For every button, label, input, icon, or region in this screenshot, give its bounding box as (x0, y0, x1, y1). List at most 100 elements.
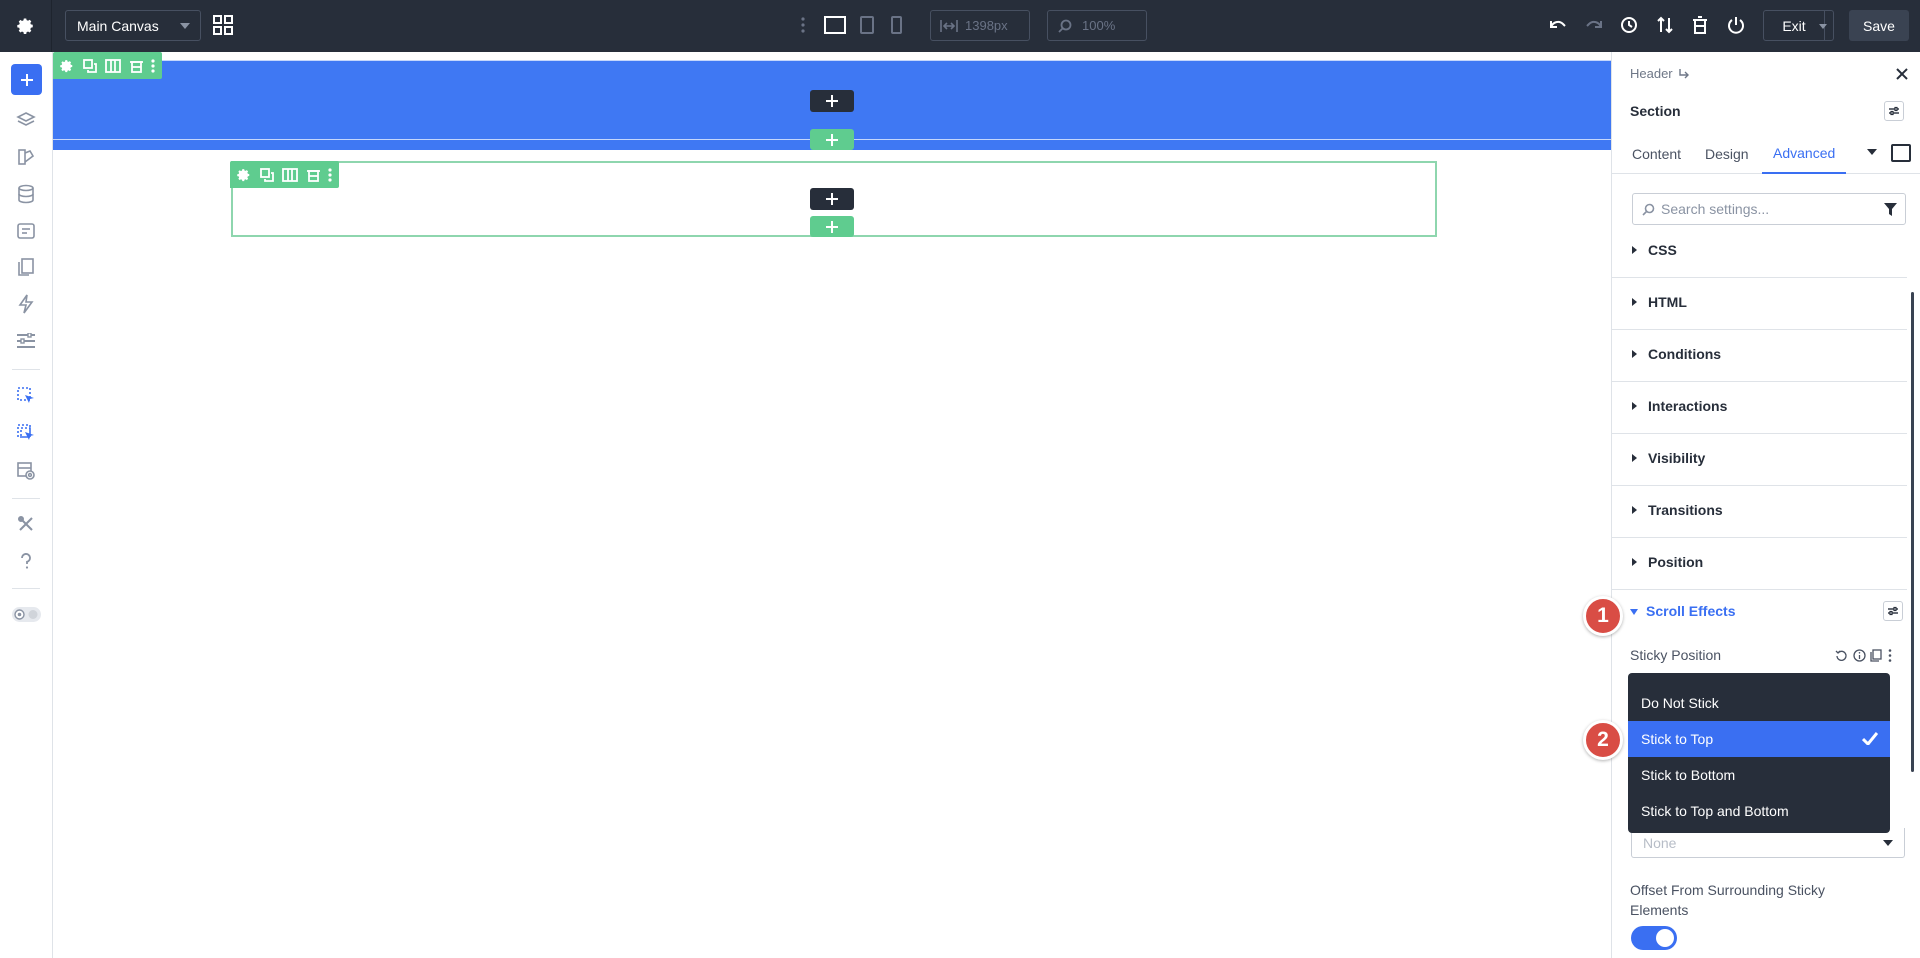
tools-button[interactable] (13, 511, 39, 537)
option-stick-to-top[interactable]: Stick to Top (1628, 721, 1890, 757)
sort-button[interactable] (1652, 12, 1678, 38)
style-manager-button[interactable] (13, 328, 39, 354)
add-element-button[interactable] (11, 64, 42, 95)
checkmark-icon (1862, 732, 1878, 745)
layouts-grid-button[interactable] (210, 12, 236, 38)
layers-button[interactable] (13, 108, 39, 134)
duplicate-icon[interactable] (257, 165, 277, 185)
clock-icon (1620, 16, 1638, 34)
panel-mode-square-icon[interactable] (1891, 144, 1911, 162)
copy-icon[interactable] (1870, 649, 1884, 663)
duplicate-icon[interactable] (80, 56, 100, 76)
group-position[interactable]: Position (1612, 538, 1907, 590)
tab-advanced[interactable]: Advanced (1762, 134, 1847, 174)
add-row-below-button[interactable] (810, 216, 854, 237)
chevron-down-icon (1883, 840, 1893, 846)
trash-icon[interactable] (126, 56, 146, 76)
theme-builder-button[interactable] (13, 144, 39, 170)
palette-icon (16, 147, 36, 167)
help-button[interactable] (13, 548, 39, 574)
history-button[interactable] (1616, 12, 1642, 38)
zoom-field[interactable]: 100% (1047, 10, 1147, 41)
offset-toggle[interactable] (1631, 926, 1677, 950)
add-row-button[interactable] (810, 90, 854, 112)
search-settings-input[interactable]: Search settings... (1632, 193, 1906, 225)
close-panel-button[interactable] (1894, 66, 1912, 84)
option-do-not-stick[interactable]: Do Not Stick (1628, 685, 1890, 721)
vertical-dots-icon[interactable] (326, 165, 334, 185)
filter-icon[interactable] (1884, 203, 1897, 216)
canvas-width-field[interactable]: 1398px (930, 10, 1030, 41)
group-label: Conditions (1648, 346, 1722, 362)
caret-right-icon (1632, 402, 1637, 410)
group-interactions[interactable]: Interactions (1612, 382, 1907, 434)
vertical-dots-icon[interactable] (149, 56, 157, 76)
settings-gear-icon[interactable] (0, 0, 52, 52)
forms-button[interactable] (13, 218, 39, 244)
section-outline-top (53, 60, 1611, 61)
panel-scrollbar[interactable] (1911, 292, 1914, 772)
columns-icon[interactable] (103, 56, 123, 76)
scroll-effects-options-button[interactable] (1883, 601, 1903, 621)
canvas-select[interactable]: Main Canvas (65, 10, 201, 41)
select-tool-button[interactable] (13, 383, 39, 409)
caret-down-icon[interactable] (1867, 149, 1877, 155)
group-transitions[interactable]: Transitions (1612, 486, 1907, 538)
tab-content[interactable]: Content (1632, 134, 1681, 174)
caret-right-icon (1632, 350, 1637, 358)
option-stick-to-bottom[interactable]: Stick to Bottom (1628, 757, 1890, 793)
redo-button[interactable] (1581, 12, 1607, 38)
caret-right-icon (1632, 558, 1637, 566)
power-button[interactable] (1723, 12, 1749, 38)
trash-icon[interactable] (303, 165, 323, 185)
group-visibility[interactable]: Visibility (1612, 434, 1907, 486)
tablet-view-button[interactable] (855, 12, 879, 38)
sidebar-divider (12, 588, 40, 589)
desktop-view-button[interactable] (822, 12, 848, 38)
interactions-button[interactable] (13, 291, 39, 317)
group-scroll-effects[interactable]: Scroll Effects (1612, 596, 1907, 636)
sliders-icon (16, 333, 36, 349)
add-section-button[interactable] (810, 129, 854, 150)
add-module-button[interactable] (810, 188, 854, 210)
group-css[interactable]: CSS (1612, 226, 1907, 278)
settings-gear-icon[interactable] (57, 56, 77, 76)
exit-options-dropdown[interactable] (1813, 10, 1834, 41)
grid-icon (212, 14, 234, 36)
more-options-button[interactable] (796, 14, 810, 36)
pages-button[interactable] (13, 254, 39, 280)
builder-canvas[interactable] (53, 52, 1611, 958)
panel-title: Section (1630, 103, 1681, 119)
tab-design[interactable]: Design (1705, 134, 1749, 174)
caret-right-icon (1632, 454, 1637, 462)
group-html[interactable]: HTML (1612, 278, 1907, 330)
group-conditions[interactable]: Conditions (1612, 330, 1907, 382)
offset-label: Offset From Surrounding Sticky Elements (1630, 882, 1826, 918)
vertical-dots-icon (801, 17, 805, 33)
mode-toggle[interactable] (12, 607, 41, 622)
columns-icon[interactable] (280, 165, 300, 185)
database-button[interactable] (13, 181, 39, 207)
breadcrumb[interactable]: Header (1630, 66, 1690, 81)
up-down-arrows-icon (1656, 16, 1674, 34)
step-badge-2: 2 (1583, 720, 1623, 760)
settings-gear-icon[interactable] (234, 165, 254, 185)
reset-icon[interactable] (1835, 649, 1849, 663)
plus-icon (826, 220, 838, 233)
save-button[interactable]: Save (1849, 10, 1909, 41)
multi-select-button[interactable] (13, 420, 39, 446)
info-icon[interactable] (1853, 649, 1867, 663)
panel-options-button[interactable] (1884, 101, 1904, 121)
option-label: Stick to Top (1641, 731, 1714, 747)
power-icon (1727, 16, 1745, 34)
plus-icon (20, 73, 34, 87)
vertical-dots-icon[interactable] (1888, 649, 1902, 663)
row-toolbar (230, 161, 339, 188)
undo-button[interactable] (1545, 12, 1571, 38)
preview-button[interactable] (13, 458, 39, 484)
settings-toggle-icon (1887, 606, 1899, 616)
phone-view-button[interactable] (886, 12, 906, 38)
option-stick-to-top-and-bottom[interactable]: Stick to Top and Bottom (1628, 793, 1890, 829)
trash-button[interactable] (1687, 12, 1713, 38)
top-bar: Main Canvas 1398px 100% Exit Save (0, 0, 1920, 52)
